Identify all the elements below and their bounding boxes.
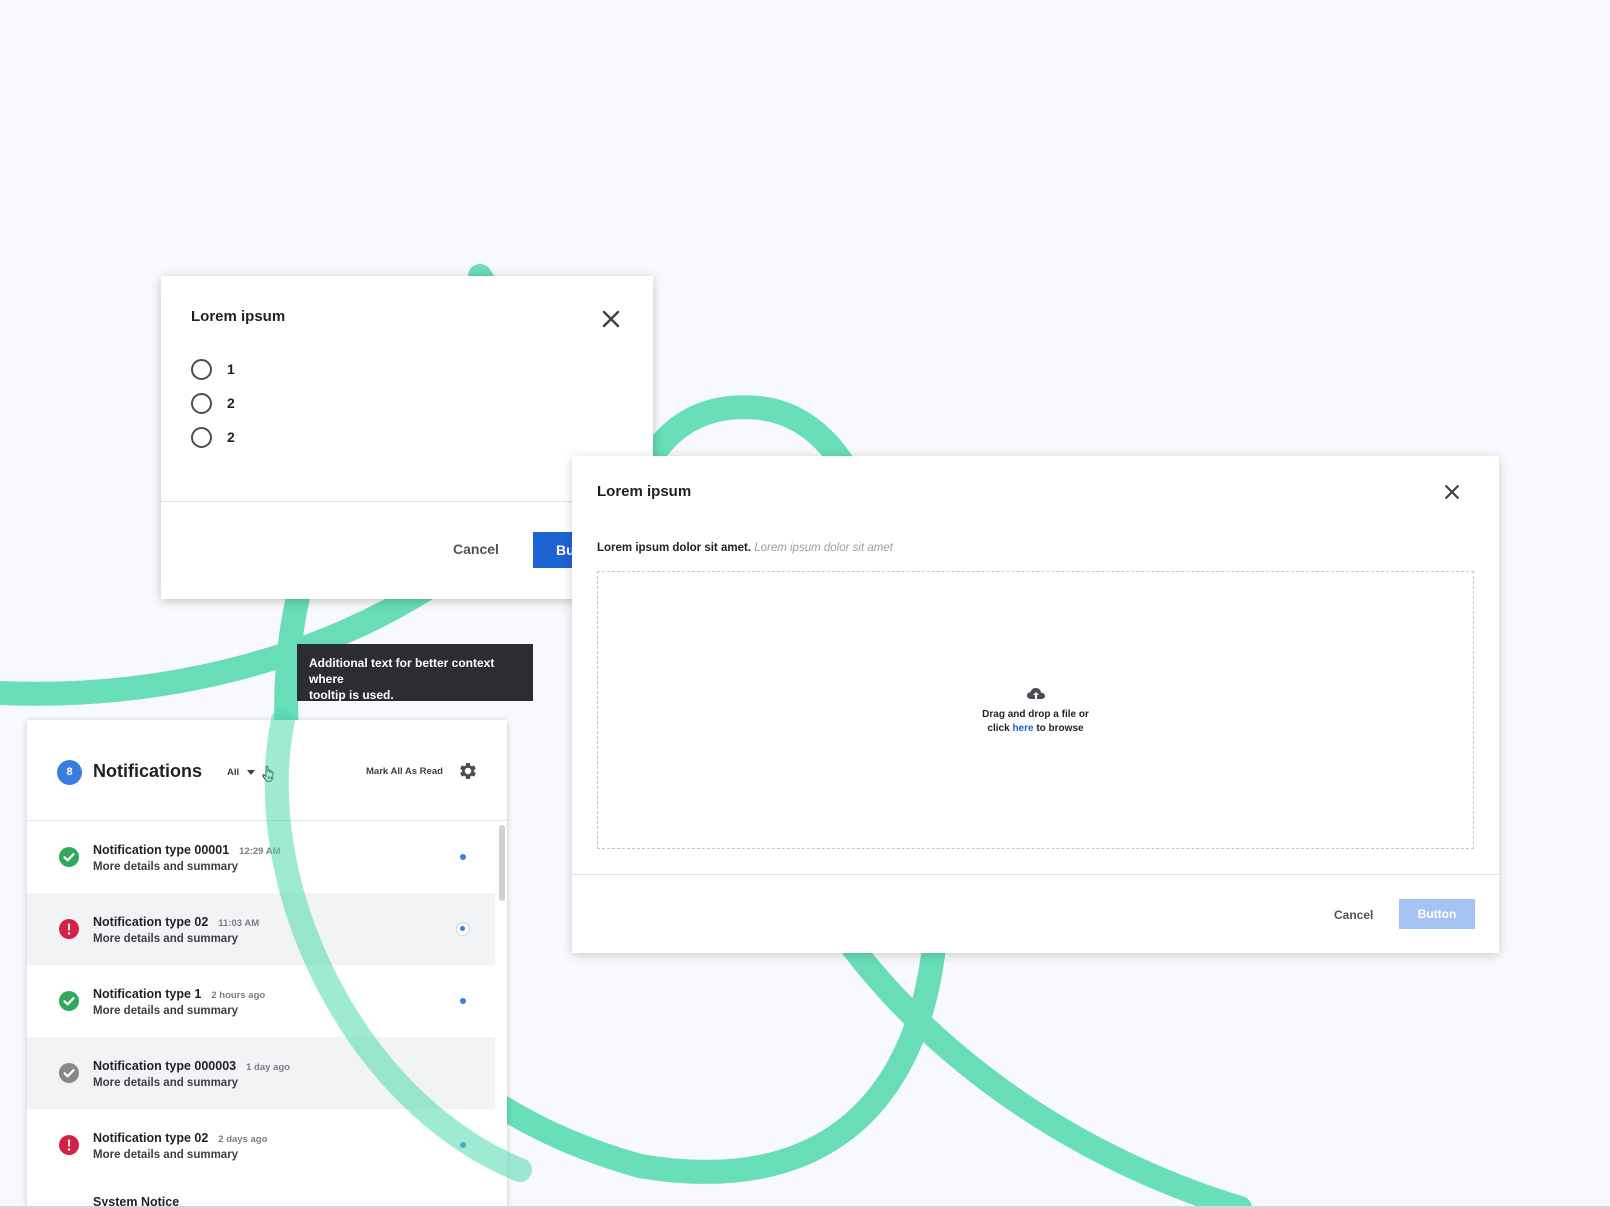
drop-text-line1: Drag and drop a file or	[982, 709, 1089, 720]
radio-group: 1 2 2	[191, 352, 235, 454]
notification-item[interactable]: Notification type 02 11:03 AM More detail…	[27, 893, 495, 965]
close-icon[interactable]	[1442, 482, 1462, 502]
drop-text-click: click	[987, 723, 1010, 734]
notification-time: 2 hours ago	[211, 990, 266, 1001]
notification-title: Notification type 000003 1 day ago	[93, 1059, 290, 1073]
filter-value: All	[227, 767, 240, 778]
file-dropzone[interactable]: Drag and drop a file or click here to br…	[597, 571, 1474, 849]
filter-dropdown[interactable]: All	[227, 767, 256, 778]
notification-title: Notification type 02 2 days ago	[93, 1131, 268, 1145]
notification-count-badge: 8	[57, 760, 82, 785]
caret-down-icon	[247, 770, 256, 775]
notification-details: More details and summary	[93, 933, 239, 945]
notifications-header: 8 Notifications All Mark All As Read	[27, 720, 507, 821]
drop-text-end: to browse	[1036, 723, 1084, 734]
notification-item[interactable]: Notification type 00001 12:29 AM More det…	[27, 821, 495, 893]
notification-list: Notification type 00001 12:29 AM More det…	[27, 821, 495, 1181]
tooltip: Additional text for better context where…	[297, 644, 533, 701]
unread-indicator[interactable]	[460, 854, 466, 860]
error-alert-icon	[59, 919, 79, 939]
notification-time: 1 day ago	[246, 1062, 290, 1073]
description-bold: Lorem ipsum dolor sit amet.	[597, 542, 751, 554]
notification-details: More details and summary	[93, 1005, 239, 1017]
unread-indicator[interactable]	[460, 998, 466, 1004]
notification-time: 12:29 AM	[239, 846, 281, 857]
read-check-icon	[59, 1063, 79, 1083]
radio-label: 2	[227, 395, 235, 411]
radio-label: 2	[227, 429, 235, 445]
drop-text-line2: click here to browse	[598, 722, 1473, 736]
radio-option-1[interactable]: 1	[191, 352, 235, 386]
radio-option-2[interactable]: 2	[191, 386, 235, 420]
unread-indicator[interactable]	[460, 1142, 466, 1148]
notification-item[interactable]: Notification type 000003 1 day ago More d…	[27, 1037, 495, 1109]
notification-details: More details and summary	[93, 1149, 239, 1161]
cancel-button[interactable]: Cancel	[1334, 908, 1373, 922]
upload-dialog: Lorem ipsum Lorem ipsum dolor sit amet. …	[572, 456, 1499, 953]
radio-button[interactable]	[191, 392, 212, 414]
mark-all-read-button[interactable]: Mark All As Read	[366, 766, 443, 777]
radio-dialog-title: Lorem ipsum	[191, 308, 286, 325]
browse-link[interactable]: here	[1012, 723, 1033, 734]
radio-button[interactable]	[191, 426, 212, 448]
scrollbar-track[interactable]	[497, 821, 507, 1208]
hand-cursor-icon	[262, 765, 274, 782]
notification-title: Notification type 12 hours ago	[93, 987, 266, 1001]
success-check-icon	[59, 847, 79, 867]
success-check-icon	[59, 991, 79, 1011]
radio-option-3[interactable]: 2	[191, 420, 235, 454]
notification-item[interactable]: Notification type 12 hours ago More deta…	[27, 965, 495, 1037]
primary-button[interactable]: Button	[1399, 899, 1475, 929]
notification-title: Notification type 00001 12:29 AM	[93, 843, 281, 857]
description-hint: Lorem ipsum dolor sit amet	[754, 542, 893, 554]
dropzone-text: Drag and drop a file or click here to br…	[598, 686, 1473, 736]
gear-icon[interactable]	[457, 760, 479, 782]
notification-details: More details and summary	[93, 861, 239, 873]
radio-label: 1	[227, 361, 235, 377]
error-alert-icon	[59, 1135, 79, 1155]
notification-time: 11:03 AM	[218, 918, 260, 929]
notifications-title: Notifications	[93, 761, 203, 781]
cloud-upload-icon	[1026, 688, 1045, 699]
radio-button[interactable]	[191, 358, 212, 380]
notification-time: 2 days ago	[218, 1134, 268, 1145]
notification-title: Notification type 02 11:03 AM	[93, 915, 260, 929]
notifications-panel: 8 Notifications All Mark All As Read Not…	[27, 720, 507, 1208]
notification-details: More details and summary	[93, 1077, 239, 1089]
scrollbar-thumb[interactable]	[499, 825, 505, 901]
unread-indicator-focused[interactable]	[456, 922, 470, 936]
cancel-button[interactable]: Cancel	[453, 541, 499, 557]
notification-item[interactable]: Notification type 02 2 days ago More deta…	[27, 1109, 495, 1181]
divider	[572, 874, 1499, 875]
close-icon[interactable]	[599, 307, 623, 331]
upload-description: Lorem ipsum dolor sit amet. Lorem ipsum …	[597, 542, 893, 554]
upload-dialog-title: Lorem ipsum	[597, 483, 692, 500]
